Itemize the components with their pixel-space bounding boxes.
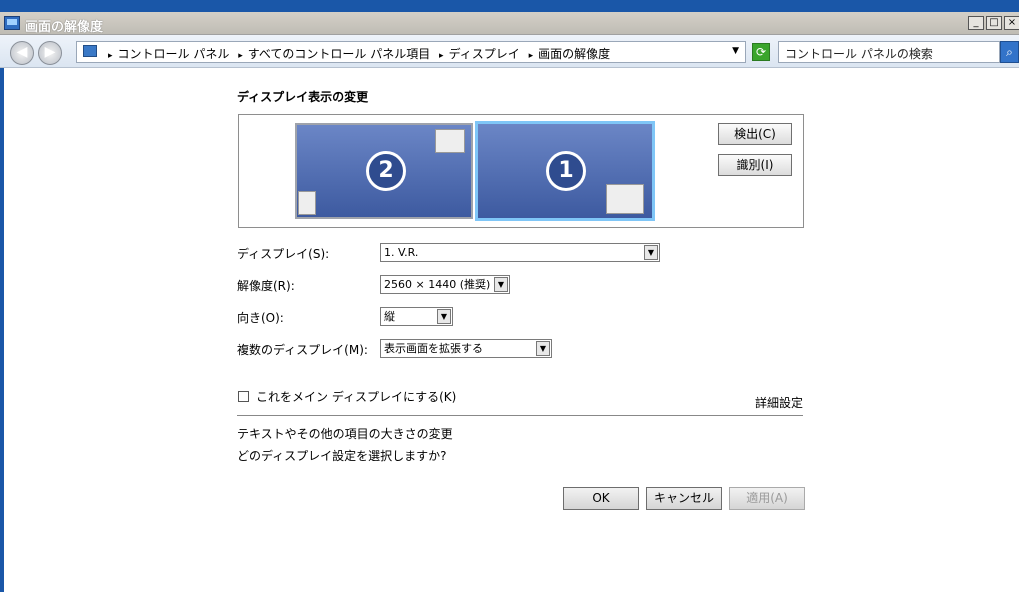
resolution-label: 解像度(R): xyxy=(237,279,295,293)
advanced-settings-link[interactable]: 詳細設定 xyxy=(755,394,803,411)
minimize-button[interactable]: _ xyxy=(968,16,984,30)
orientation-value: 縦 xyxy=(384,310,395,323)
refresh-icon[interactable]: ⟳ xyxy=(752,43,770,61)
monitor-thumbnail-icon xyxy=(435,129,465,153)
divider xyxy=(237,415,803,416)
breadcrumb-item[interactable]: コントロール パネル xyxy=(118,47,230,61)
breadcrumb-chevron-icon[interactable]: ▸ xyxy=(529,51,534,61)
close-button[interactable]: × xyxy=(1004,16,1019,30)
title-bar: 画面の解像度 _ □ × xyxy=(0,12,1019,35)
desktop-thumbnail-icon xyxy=(606,184,644,214)
chevron-down-icon: ▼ xyxy=(437,309,451,324)
display-label: ディスプレイ(S): xyxy=(237,247,330,261)
maximize-button[interactable]: □ xyxy=(986,16,1002,30)
breadcrumb-item[interactable]: 画面の解像度 xyxy=(538,47,610,61)
search-input[interactable]: コントロール パネルの検索 xyxy=(778,41,1000,63)
chevron-down-icon: ▼ xyxy=(644,245,658,260)
search-icon[interactable]: ⌕ xyxy=(1000,41,1019,63)
navigation-bar: ◀ ▶ ▸ コントロール パネル ▸ すべてのコントロール パネル項目 ▸ ディスプレ… xyxy=(0,35,1019,68)
forward-icon[interactable]: ▶ xyxy=(38,41,62,65)
identify-button[interactable]: 識別(I) xyxy=(718,154,792,176)
display-select[interactable]: 1. V.R. ▼ xyxy=(380,243,660,262)
detect-button[interactable]: 検出(C) xyxy=(718,123,792,145)
monitor-1[interactable]: 1 xyxy=(475,121,655,221)
display-icon xyxy=(4,16,20,30)
monitor-number: 1 xyxy=(546,151,586,191)
chevron-down-icon[interactable]: ▼ xyxy=(732,46,739,56)
monitor-arrangement: 2 1 検出(C) 識別(I) xyxy=(238,114,804,228)
apply-button[interactable]: 適用(A) xyxy=(729,487,805,510)
breadcrumb-chevron-icon[interactable]: ▸ xyxy=(439,51,444,61)
main-display-label[interactable]: これをメイン ディスプレイにする(K) xyxy=(256,388,456,405)
window-title: 画面の解像度 xyxy=(25,20,104,35)
ok-button[interactable]: OK xyxy=(563,487,639,510)
control-panel-icon xyxy=(83,45,97,57)
address-bar[interactable]: ▸ コントロール パネル ▸ すべてのコントロール パネル項目 ▸ ディスプレイ ▸ 画… xyxy=(76,41,746,63)
multi-display-value: 表示画面を拡張する xyxy=(384,342,483,355)
resolution-value: 2560 × 1440 (推奨) xyxy=(384,278,491,291)
breadcrumb-item[interactable]: すべてのコントロール パネル項目 xyxy=(248,47,431,61)
display-value: 1. V.R. xyxy=(384,246,419,259)
breadcrumb-item[interactable]: ディスプレイ xyxy=(449,47,520,61)
cancel-button[interactable]: キャンセル xyxy=(646,487,722,510)
breadcrumb-chevron-icon[interactable]: ▸ xyxy=(108,51,113,61)
which-settings-link[interactable]: どのディスプレイ設定を選択しますか? xyxy=(237,447,447,464)
multi-display-select[interactable]: 表示画面を拡張する ▼ xyxy=(380,339,552,358)
text-size-link[interactable]: テキストやその他の項目の大きさの変更 xyxy=(237,425,453,442)
breadcrumb-chevron-icon[interactable]: ▸ xyxy=(238,51,243,61)
window-frame-edge xyxy=(0,68,4,592)
chevron-down-icon: ▼ xyxy=(536,341,550,356)
chevron-down-icon: ▼ xyxy=(494,277,508,292)
multi-display-label: 複数のディスプレイ(M): xyxy=(237,343,368,357)
breadcrumb: ▸ コントロール パネル ▸ すべてのコントロール パネル項目 ▸ ディスプレイ ▸ 画… xyxy=(103,45,610,62)
main-content: ディスプレイ表示の変更 2 1 検出(C) 識別(I) ディスプレイ(S): 1… xyxy=(0,68,1019,592)
resolution-select[interactable]: 2560 × 1440 (推奨) ▼ xyxy=(380,275,510,294)
page-title: ディスプレイ表示の変更 xyxy=(237,90,369,104)
taskbar-thumbnail-icon xyxy=(298,191,316,215)
monitor-number: 2 xyxy=(366,151,406,191)
search-placeholder: コントロール パネルの検索 xyxy=(785,47,933,61)
orientation-select[interactable]: 縦 ▼ xyxy=(380,307,453,326)
back-icon[interactable]: ◀ xyxy=(10,41,34,65)
window: 画面の解像度 _ □ × ◀ ▶ ▸ コントロール パネル ▸ すべてのコントロール… xyxy=(0,12,1019,592)
orientation-label: 向き(O): xyxy=(237,311,284,325)
main-display-checkbox[interactable] xyxy=(238,391,249,402)
monitor-2[interactable]: 2 xyxy=(295,123,473,219)
